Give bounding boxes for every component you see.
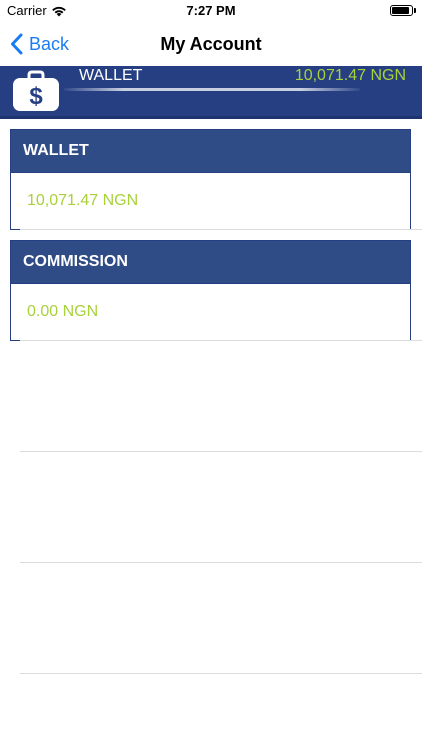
svg-text:$: $ [29, 83, 43, 110]
status-time: 7:27 PM [186, 3, 236, 18]
page-title: My Account [160, 34, 262, 54]
commission-card[interactable]: COMMISSION 0.00 NGN [10, 240, 411, 341]
navigation-bar: Back My Account [0, 22, 422, 66]
commission-card-title: COMMISSION [11, 241, 410, 284]
wallet-card[interactable]: WALLET 10,071.47 NGN [10, 129, 411, 230]
row-separator [20, 340, 422, 341]
header-divider [64, 88, 360, 91]
wallet-card-value: 10,071.47 NGN [27, 192, 139, 209]
row-separator [20, 673, 422, 674]
battery-icon [390, 5, 413, 16]
wallet-header-label: WALLET [79, 67, 143, 84]
commission-card-value: 0.00 NGN [27, 303, 99, 320]
status-bar: Carrier 7:27 PM [0, 0, 422, 22]
row-separator [20, 562, 422, 563]
row-separator [20, 229, 422, 230]
wallet-card-title: WALLET [11, 130, 410, 173]
wallet-header-amount: 10,071.47 NGN [294, 67, 406, 84]
row-separator [20, 451, 422, 452]
battery-level [392, 7, 409, 14]
wallet-summary-header: $ WALLET 10,071.47 NGN [0, 66, 422, 119]
battery-tip [414, 8, 416, 13]
wallet-dollar-icon: $ [12, 70, 60, 112]
